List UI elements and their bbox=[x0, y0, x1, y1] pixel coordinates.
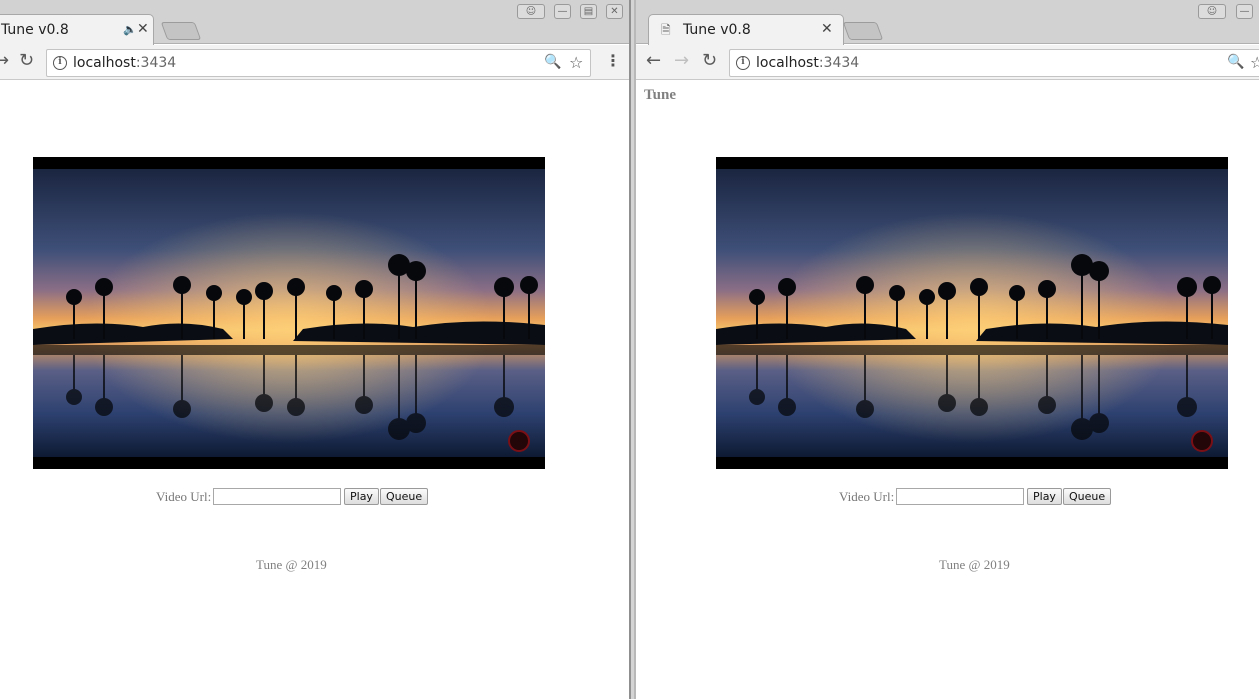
reload-icon[interactable]: ↻ bbox=[19, 51, 34, 71]
video-frame-image bbox=[716, 169, 1228, 457]
page-content: Video Url: Play Queue Tune @ 2019 bbox=[0, 81, 629, 699]
info-icon[interactable]: i bbox=[736, 56, 750, 70]
browser-tab[interactable]: 🗎 Tune v0.8 ✕ bbox=[648, 14, 844, 45]
video-player[interactable] bbox=[33, 157, 545, 469]
video-url-input[interactable] bbox=[896, 488, 1024, 505]
window-close-button[interactable]: ✕ bbox=[606, 4, 623, 19]
page-content: Tune Video Url: Play Queue Tune @ 2019 bbox=[636, 81, 1259, 699]
maximize-button[interactable]: ▤ bbox=[580, 4, 597, 19]
video-url-form: Video Url: Play Queue bbox=[0, 487, 629, 507]
close-icon[interactable]: ✕ bbox=[137, 21, 149, 37]
info-icon[interactable]: i bbox=[53, 56, 67, 70]
queue-button[interactable]: Queue bbox=[380, 488, 429, 505]
video-url-input[interactable] bbox=[213, 488, 341, 505]
url-text: localhost:3434 bbox=[756, 55, 860, 71]
minimize-button[interactable]: — bbox=[554, 4, 571, 19]
tab-title: Tune v0.8 bbox=[1, 22, 69, 38]
title-bar: 🗎 Tune v0.8 ✕ ☺ — bbox=[636, 0, 1259, 45]
video-player[interactable] bbox=[716, 157, 1228, 469]
browser-toolbar: ← → ↻ i localhost:3434 🔍 ☆ bbox=[636, 45, 1259, 80]
page-brand: Tune bbox=[644, 87, 676, 103]
profile-icon[interactable]: ☺ bbox=[1198, 4, 1226, 19]
address-bar[interactable]: i localhost:3434 🔍 ☆ bbox=[729, 49, 1259, 77]
video-url-label: Video Url: bbox=[156, 489, 212, 504]
browser-window-left: Tune v0.8 🔈 ✕ ☺ — ▤ ✕ → ↻ i localhost:34… bbox=[0, 0, 629, 699]
star-icon[interactable]: ☆ bbox=[1250, 53, 1259, 72]
profile-icon[interactable]: ☺ bbox=[517, 4, 545, 19]
url-text: localhost:3434 bbox=[73, 55, 177, 71]
star-icon[interactable]: ☆ bbox=[569, 53, 583, 72]
browser-tab[interactable]: Tune v0.8 🔈 ✕ bbox=[0, 14, 154, 45]
page-footer: Tune @ 2019 bbox=[939, 557, 1010, 572]
video-url-form: Video Url: Play Queue bbox=[636, 487, 1259, 507]
reload-icon[interactable]: ↻ bbox=[702, 51, 717, 71]
back-arrow-icon[interactable]: ← bbox=[646, 51, 661, 71]
video-frame-image bbox=[33, 169, 545, 457]
minimize-button[interactable]: — bbox=[1236, 4, 1253, 19]
close-icon[interactable]: ✕ bbox=[821, 21, 833, 37]
document-icon: 🗎 bbox=[661, 23, 671, 37]
queue-button[interactable]: Queue bbox=[1063, 488, 1112, 505]
new-tab-button[interactable] bbox=[160, 22, 202, 40]
zoom-icon[interactable]: 🔍 bbox=[1227, 54, 1244, 70]
menu-icon[interactable]: ⋮ bbox=[605, 51, 621, 70]
speaker-icon[interactable]: 🔈 bbox=[123, 23, 137, 36]
zoom-icon[interactable]: 🔍 bbox=[544, 54, 561, 70]
forward-arrow-icon[interactable]: → bbox=[0, 51, 9, 71]
title-bar: Tune v0.8 🔈 ✕ ☺ — ▤ ✕ bbox=[0, 0, 629, 45]
video-url-label: Video Url: bbox=[839, 489, 895, 504]
forward-arrow-icon[interactable]: → bbox=[674, 51, 689, 71]
window-divider bbox=[629, 0, 636, 699]
address-bar[interactable]: i localhost:3434 🔍 ☆ bbox=[46, 49, 591, 77]
play-button[interactable]: Play bbox=[1027, 488, 1062, 505]
page-footer: Tune @ 2019 bbox=[256, 557, 327, 572]
tab-title: Tune v0.8 bbox=[683, 22, 751, 38]
play-button[interactable]: Play bbox=[344, 488, 379, 505]
browser-window-right: 🗎 Tune v0.8 ✕ ☺ — ← → ↻ i localhost:3434… bbox=[636, 0, 1259, 699]
browser-toolbar: → ↻ i localhost:3434 🔍 ☆ ⋮ bbox=[0, 45, 629, 80]
new-tab-button[interactable] bbox=[842, 22, 884, 40]
